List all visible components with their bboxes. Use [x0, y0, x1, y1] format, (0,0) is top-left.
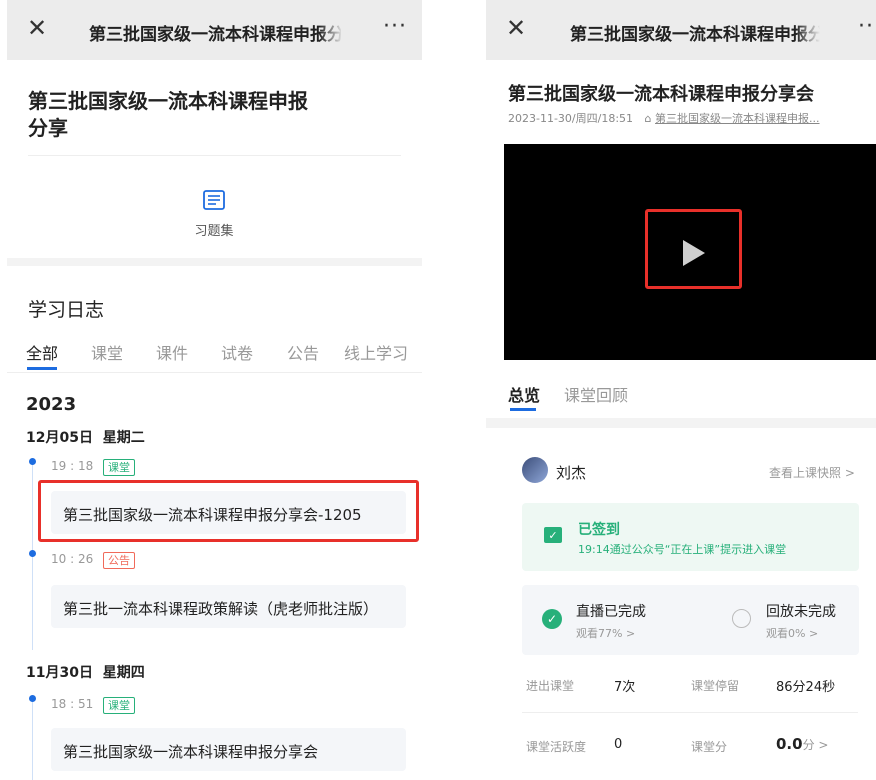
entry-time: 18 : 51 [51, 697, 94, 711]
classroom-tag: 课堂 [103, 697, 135, 714]
stat-label: 进出课堂 [526, 679, 575, 693]
announcement-tag: 公告 [103, 552, 135, 569]
highlight-box [38, 480, 419, 542]
stat-divider [522, 712, 858, 713]
course-title: 第三批国家级一流本科课程申报 分享 [28, 89, 308, 140]
watch-status-card: ✓ 直播已完成 观看77% > 回放未完成 观看0% > [522, 585, 859, 655]
top-bar: ✕ 第三批国家级一流本科课程申报分 ··· [7, 0, 422, 60]
timeline-dot [29, 550, 36, 557]
section-gap [486, 418, 876, 428]
left-screen: ✕ 第三批国家级一流本科课程申报分 ··· 第三批国家级一流本科课程申报 分享 … [7, 0, 422, 780]
tab-all[interactable]: 全部 [26, 340, 58, 364]
signin-status: 已签到 [578, 522, 620, 538]
close-icon[interactable]: ✕ [27, 14, 47, 42]
avatar [522, 457, 548, 483]
tab-exam[interactable]: 试卷 [221, 340, 253, 364]
stat-value: 7次 [614, 680, 636, 695]
entry-time: 19 : 18 [51, 459, 94, 473]
timeline-line [32, 700, 33, 780]
classroom-tag: 课堂 [103, 459, 135, 476]
title-fade [796, 18, 820, 44]
tab-courseware[interactable]: 课件 [156, 340, 188, 364]
stat-value: 86分24秒 [776, 680, 836, 695]
score-unit: 分 > [802, 738, 829, 752]
lesson-title: 第三批国家级一流本科课程申报分享会 [508, 84, 814, 105]
course-link[interactable]: 第三批国家级一流本科课程申报... [655, 112, 820, 125]
signin-card: ✓ 已签到 19:14通过公众号“正在上课”提示进入课堂 [522, 503, 859, 571]
live-status: 直播已完成 [576, 604, 646, 620]
filter-tabs: 全部 课堂 课件 试卷 公告 线上学习 [7, 340, 422, 373]
tab-overview[interactable]: 总览 [508, 382, 540, 406]
entry-title: 第三批一流本科课程政策解读（虎老师批注版） [63, 600, 379, 618]
timeline-dot [29, 458, 36, 465]
score-value: 0.0 [776, 735, 803, 753]
empty-circle-icon [732, 609, 751, 628]
signin-detail: 19:14通过公众号“正在上课”提示进入课堂 [578, 543, 787, 556]
year-heading: 2023 [26, 394, 77, 415]
home-icon: ⌂ [644, 112, 652, 125]
live-watch-link[interactable]: 观看77% > [576, 625, 635, 641]
stat-label: 课堂停留 [691, 679, 740, 693]
tab-review[interactable]: 课堂回顾 [564, 382, 628, 406]
log-entry-card[interactable]: 第三批国家级一流本科课程申报分享会 [51, 728, 406, 771]
replay-watch-link[interactable]: 观看0% > [766, 625, 818, 641]
right-screen: ✕ 第三批国家级一流本科课程申报分 ··· 第三批国家级一流本科课程申报分享会 … [486, 0, 876, 780]
replay-status: 回放未完成 [766, 604, 836, 620]
close-icon[interactable]: ✕ [506, 14, 526, 42]
timeline-dot [29, 695, 36, 702]
tab-announcement[interactable]: 公告 [287, 340, 319, 364]
entry-title: 第三批国家级一流本科课程申报分享会 [63, 743, 319, 761]
tab-classroom[interactable]: 课堂 [91, 340, 123, 364]
window-title: 第三批国家级一流本科课程申报分 [570, 25, 820, 45]
stat-label: 课堂分 [691, 740, 728, 754]
section-title: 学习日志 [28, 299, 105, 321]
tab-online-learning[interactable]: 线上学习 [344, 340, 408, 364]
exercise-label: 习题集 [194, 224, 234, 239]
more-menu-icon[interactable]: ··· [383, 14, 407, 39]
tab-all-underline [27, 367, 57, 370]
stat-label: 课堂活跃度 [526, 740, 587, 754]
top-bar: ✕ 第三批国家级一流本科课程申报分 ··· [486, 0, 876, 60]
exercise-list-icon [203, 190, 225, 210]
day-heading: 11月30日 星期四 [26, 665, 145, 681]
stat-value: 0 [614, 737, 623, 752]
lesson-meta: 2023-11-30/周四/18:51 ⌂ 第三批国家级一流本科课程申报... [508, 112, 820, 125]
log-entry-card[interactable]: 第三批一流本科课程政策解读（虎老师批注版） [51, 585, 406, 628]
divider [28, 155, 401, 156]
entry-time: 10 : 26 [51, 552, 94, 566]
window-title: 第三批国家级一流本科课程申报分 [89, 25, 341, 45]
tab-overview-underline [510, 408, 536, 411]
snapshot-link[interactable]: 查看上课快照 > [769, 464, 855, 481]
section-gap [7, 258, 422, 266]
score-link[interactable]: 0.0分 > [776, 735, 828, 753]
check-circle-icon: ✓ [542, 609, 562, 629]
calendar-check-icon: ✓ [544, 527, 562, 543]
exercise-set-button[interactable]: 习题集 [182, 190, 246, 239]
title-fade [319, 18, 343, 44]
day-heading: 12月05日 星期二 [26, 430, 145, 446]
highlight-box [645, 209, 742, 289]
more-menu-icon[interactable]: ··· [858, 14, 876, 39]
user-name: 刘杰 [556, 464, 587, 482]
